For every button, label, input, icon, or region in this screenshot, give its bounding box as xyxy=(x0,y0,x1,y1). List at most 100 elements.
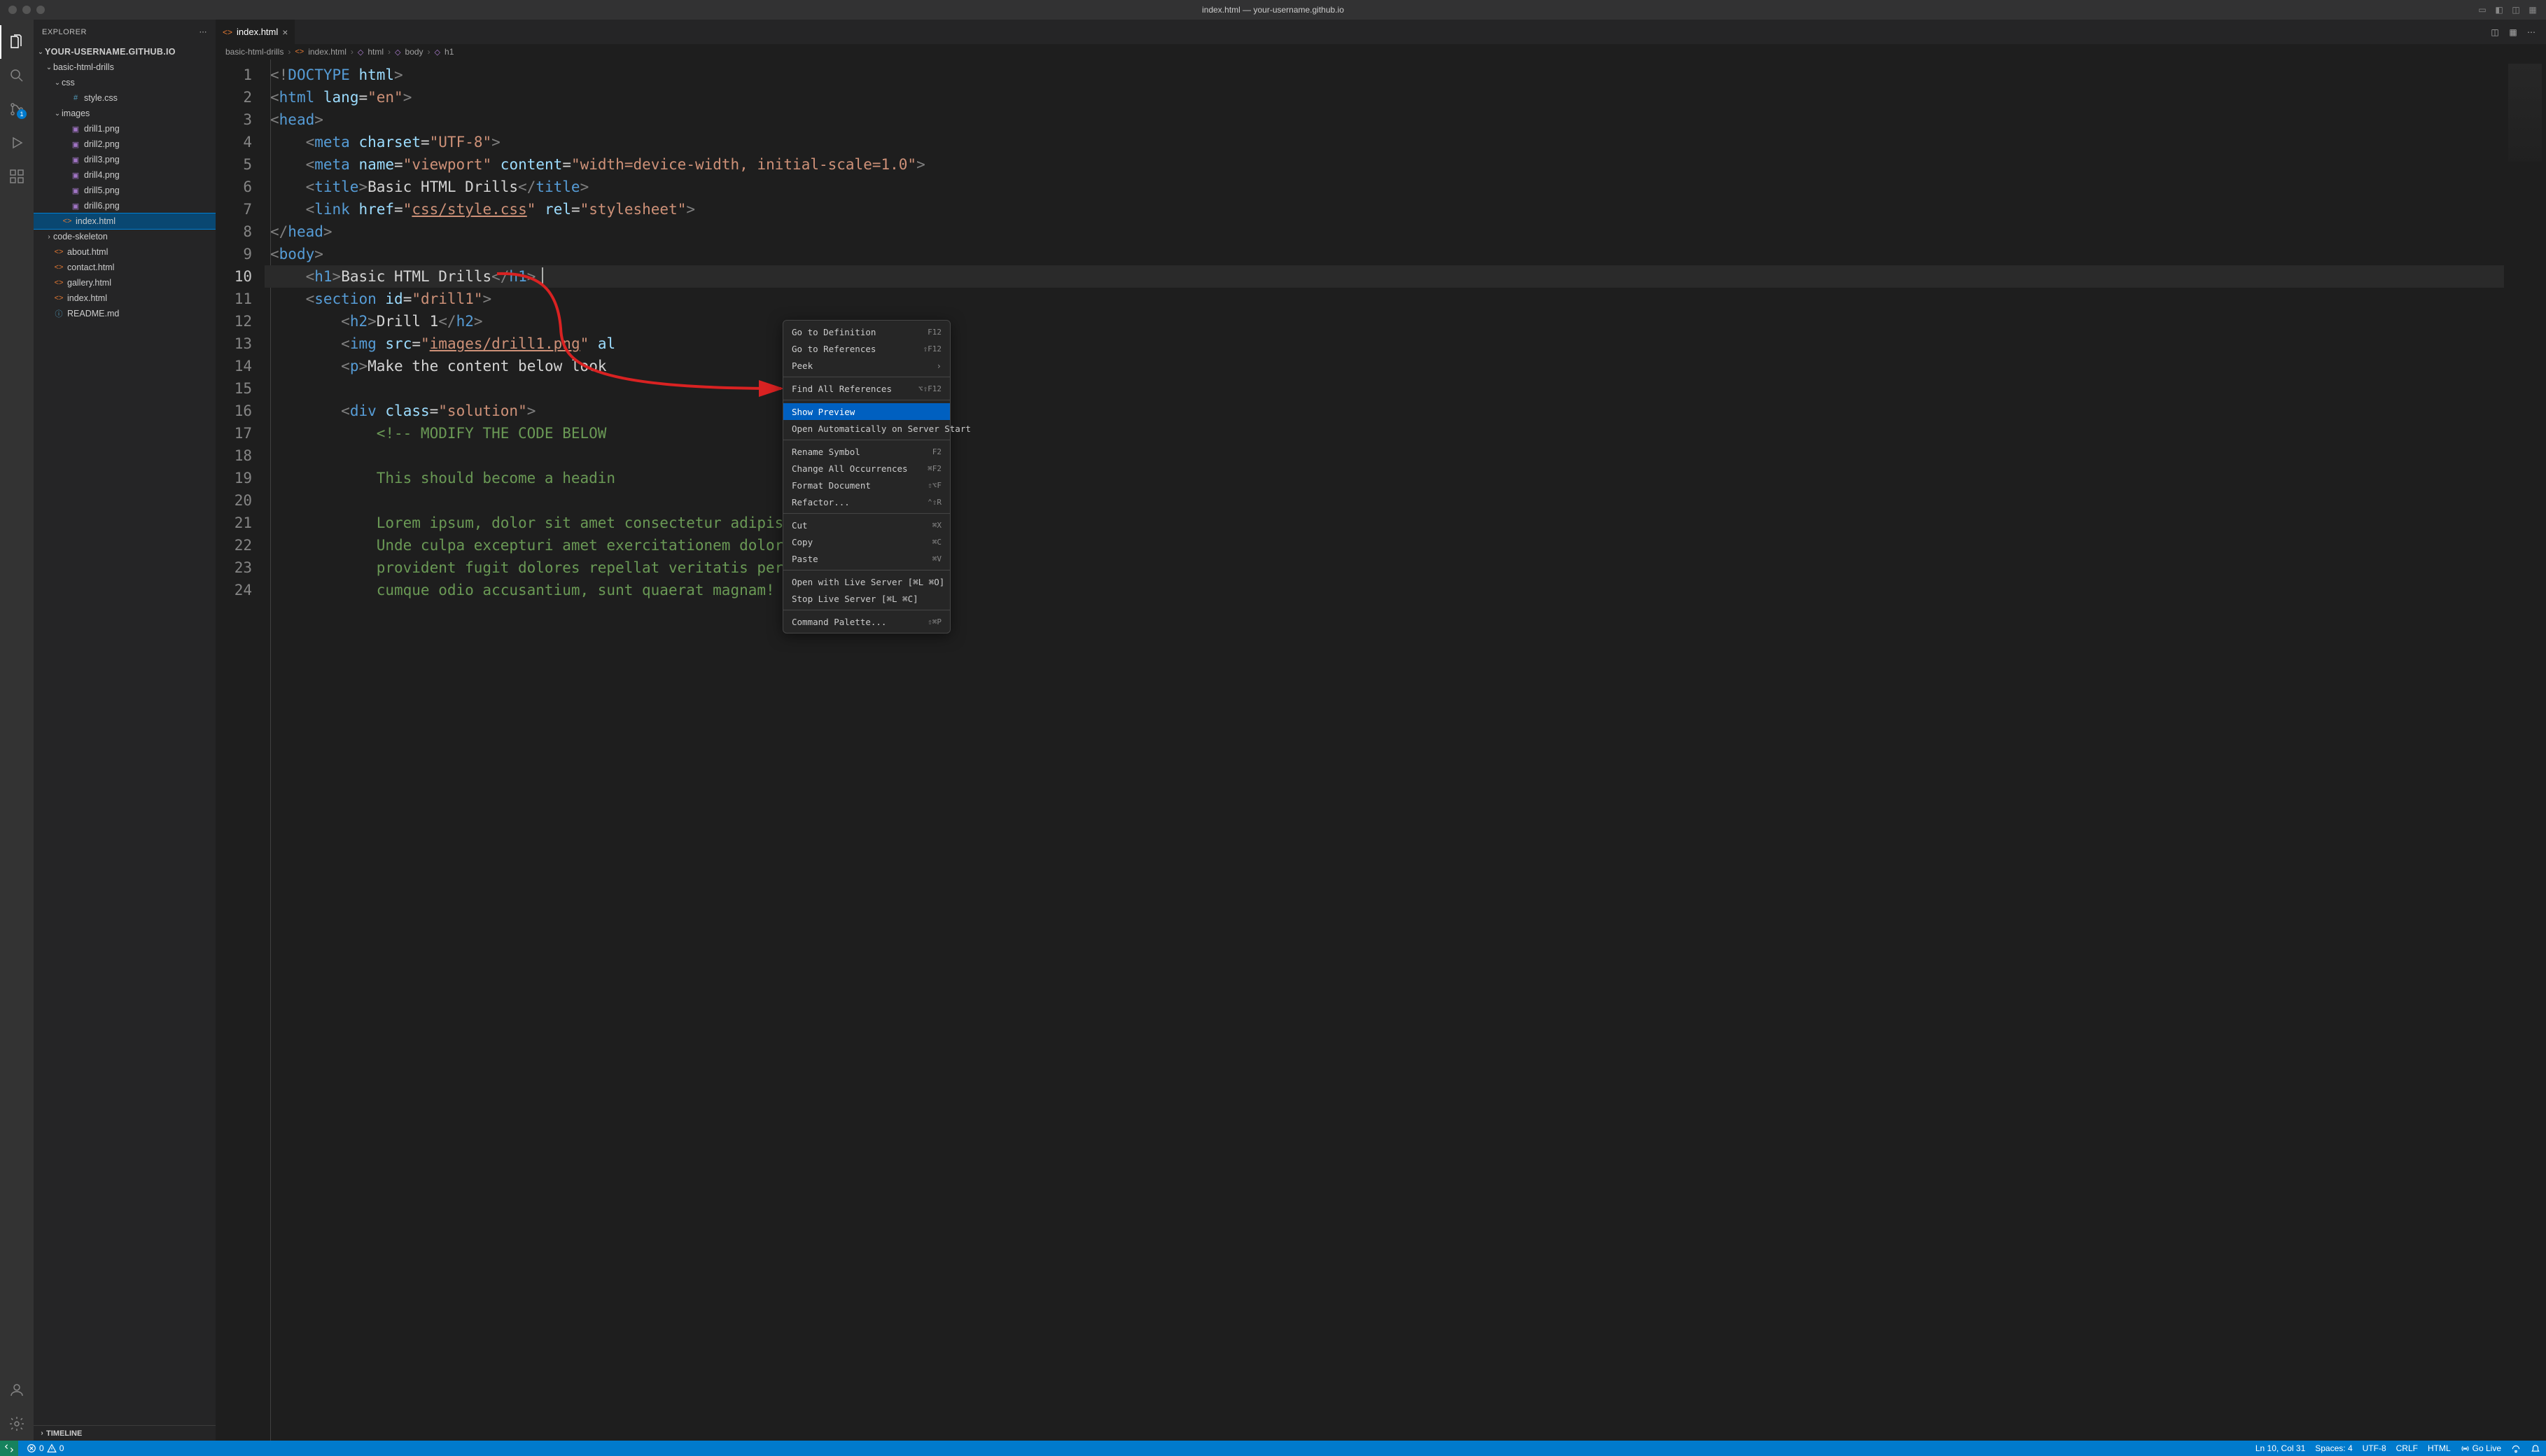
tree-folder[interactable]: ⌄basic-html-drills xyxy=(34,59,216,75)
activity-bar: 1 xyxy=(0,20,34,1441)
menu-show-preview[interactable]: Show Preview xyxy=(783,403,950,420)
layout-sidebar-icon[interactable]: ◧ xyxy=(2491,2,2507,18)
status-errors[interactable]: 0 0 xyxy=(27,1443,64,1453)
file-tree: ⌄YOUR-USERNAME.GITHUB.IO ⌄basic-html-dri… xyxy=(34,44,216,1425)
layout-panel-icon[interactable]: ▭ xyxy=(2475,2,2490,18)
tree-folder[interactable]: ⌄css xyxy=(34,75,216,90)
image-file-icon: ▣ xyxy=(70,202,81,211)
tree-root[interactable]: ⌄YOUR-USERNAME.GITHUB.IO xyxy=(34,44,216,59)
status-go-live[interactable]: Go Live xyxy=(2461,1443,2501,1453)
symbol-icon: ◇ xyxy=(395,48,400,57)
layout-customize-icon[interactable]: ▦ xyxy=(2525,2,2540,18)
tree-file[interactable]: <>index.html xyxy=(34,290,216,306)
code-content[interactable]: <!DOCTYPE html> <html lang="en"> <head> … xyxy=(265,59,2504,1441)
status-bar: 0 0 Ln 10, Col 31 Spaces: 4 UTF-8 CRLF H… xyxy=(0,1441,2546,1456)
image-file-icon: ▣ xyxy=(70,140,81,149)
html-file-icon: <> xyxy=(53,294,64,302)
menu-go-to-definition[interactable]: Go to DefinitionF12 xyxy=(783,323,950,340)
tree-file[interactable]: #style.css xyxy=(34,90,216,106)
traffic-close-icon[interactable] xyxy=(8,6,17,14)
titlebar: index.html — your-username.github.io ▭ ◧… xyxy=(0,0,2546,20)
menu-rename-symbol[interactable]: Rename SymbolF2 xyxy=(783,443,950,460)
html-file-icon: <> xyxy=(223,27,232,37)
explorer-icon[interactable] xyxy=(0,25,34,59)
remote-icon[interactable] xyxy=(0,1441,18,1456)
layout-split-icon[interactable]: ◫ xyxy=(2508,2,2524,18)
status-feedback-icon[interactable] xyxy=(2511,1443,2521,1453)
menu-peek[interactable]: Peek› xyxy=(783,357,950,374)
tree-file[interactable]: ▣drill3.png xyxy=(34,152,216,167)
traffic-max-icon[interactable] xyxy=(36,6,45,14)
status-eol[interactable]: CRLF xyxy=(2396,1443,2418,1453)
search-icon[interactable] xyxy=(0,59,34,92)
html-file-icon: <> xyxy=(53,279,64,287)
tree-file[interactable]: ▣drill4.png xyxy=(34,167,216,183)
split-editor-icon[interactable]: ◫ xyxy=(2487,24,2503,40)
crumb[interactable]: body xyxy=(405,47,424,57)
status-indentation[interactable]: Spaces: 4 xyxy=(2315,1443,2352,1453)
crumb[interactable]: html xyxy=(368,47,384,57)
tree-file[interactable]: ▣drill5.png xyxy=(34,183,216,198)
symbol-icon: ◇ xyxy=(435,48,440,57)
source-control-icon[interactable]: 1 xyxy=(0,92,34,126)
breadcrumb[interactable]: basic-html-drills› <> index.html› ◇ html… xyxy=(216,44,2546,59)
timeline-section[interactable]: ›TIMELINE xyxy=(34,1425,216,1441)
close-icon[interactable]: × xyxy=(282,27,288,38)
code-editor[interactable]: 123 456 789 101112 131415 161718 192021 … xyxy=(216,59,2546,1441)
tree-file[interactable]: ▣drill1.png xyxy=(34,121,216,136)
menu-refactor[interactable]: Refactor...⌃⇧R xyxy=(783,493,950,510)
image-file-icon: ▣ xyxy=(70,125,81,134)
traffic-min-icon[interactable] xyxy=(22,6,31,14)
editor-layout-icon[interactable]: ▦ xyxy=(2505,24,2521,40)
sidebar-more-icon[interactable]: ⋯ xyxy=(200,27,208,36)
extensions-icon[interactable] xyxy=(0,160,34,193)
minimap[interactable] xyxy=(2504,59,2546,1441)
menu-go-to-references[interactable]: Go to References⇧F12 xyxy=(783,340,950,357)
html-file-icon: <> xyxy=(62,217,73,225)
scm-badge: 1 xyxy=(17,109,27,119)
tab-bar: <> index.html × ◫ ▦ ⋯ xyxy=(216,20,2546,44)
image-file-icon: ▣ xyxy=(70,186,81,195)
tree-file[interactable]: <>about.html xyxy=(34,244,216,260)
tree-file[interactable]: ▣drill2.png xyxy=(34,136,216,152)
menu-paste[interactable]: Paste⌘V xyxy=(783,550,950,567)
menu-copy[interactable]: Copy⌘C xyxy=(783,533,950,550)
tree-file[interactable]: ⓘREADME.md xyxy=(34,306,216,321)
md-file-icon: ⓘ xyxy=(53,308,64,319)
menu-open-auto-server[interactable]: Open Automatically on Server Start xyxy=(783,420,950,437)
accounts-icon[interactable] xyxy=(0,1373,34,1407)
status-encoding[interactable]: UTF-8 xyxy=(2363,1443,2386,1453)
tree-folder[interactable]: ⌄images xyxy=(34,106,216,121)
status-language[interactable]: HTML xyxy=(2428,1443,2451,1453)
sidebar: EXPLORER ⋯ ⌄YOUR-USERNAME.GITHUB.IO ⌄bas… xyxy=(34,20,216,1441)
status-notifications-icon[interactable] xyxy=(2531,1443,2540,1453)
crumb[interactable]: index.html xyxy=(308,47,347,57)
settings-icon[interactable] xyxy=(0,1407,34,1441)
menu-change-all-occurrences[interactable]: Change All Occurrences⌘F2 xyxy=(783,460,950,477)
crumb[interactable]: h1 xyxy=(445,47,454,57)
menu-cut[interactable]: Cut⌘X xyxy=(783,517,950,533)
css-file-icon: # xyxy=(70,94,81,102)
tree-file[interactable]: <>gallery.html xyxy=(34,275,216,290)
menu-stop-live-server[interactable]: Stop Live Server [⌘L ⌘C] xyxy=(783,590,950,607)
sidebar-title: EXPLORER xyxy=(42,28,200,36)
line-gutter: 123 456 789 101112 131415 161718 192021 … xyxy=(216,59,265,1441)
menu-find-all-references[interactable]: Find All References⌥⇧F12 xyxy=(783,380,950,397)
image-file-icon: ▣ xyxy=(70,171,81,180)
tree-folder[interactable]: ›code-skeleton xyxy=(34,229,216,244)
menu-open-live-server[interactable]: Open with Live Server [⌘L ⌘O] xyxy=(783,573,950,590)
tree-file[interactable]: ▣drill6.png xyxy=(34,198,216,214)
more-actions-icon[interactable]: ⋯ xyxy=(2524,24,2539,40)
menu-command-palette[interactable]: Command Palette...⇧⌘P xyxy=(783,613,950,630)
crumb[interactable]: basic-html-drills xyxy=(225,47,284,57)
status-cursor-position[interactable]: Ln 10, Col 31 xyxy=(2255,1443,2305,1453)
tab-label: index.html xyxy=(237,27,278,37)
context-menu: Go to DefinitionF12 Go to References⇧F12… xyxy=(783,320,951,634)
tab-index-html[interactable]: <> index.html × xyxy=(216,20,295,44)
tree-file-selected[interactable]: <>index.html xyxy=(34,214,216,229)
html-file-icon: <> xyxy=(53,248,64,256)
tree-file[interactable]: <>contact.html xyxy=(34,260,216,275)
menu-format-document[interactable]: Format Document⇧⌥F xyxy=(783,477,950,493)
run-debug-icon[interactable] xyxy=(0,126,34,160)
text-cursor xyxy=(542,267,543,286)
